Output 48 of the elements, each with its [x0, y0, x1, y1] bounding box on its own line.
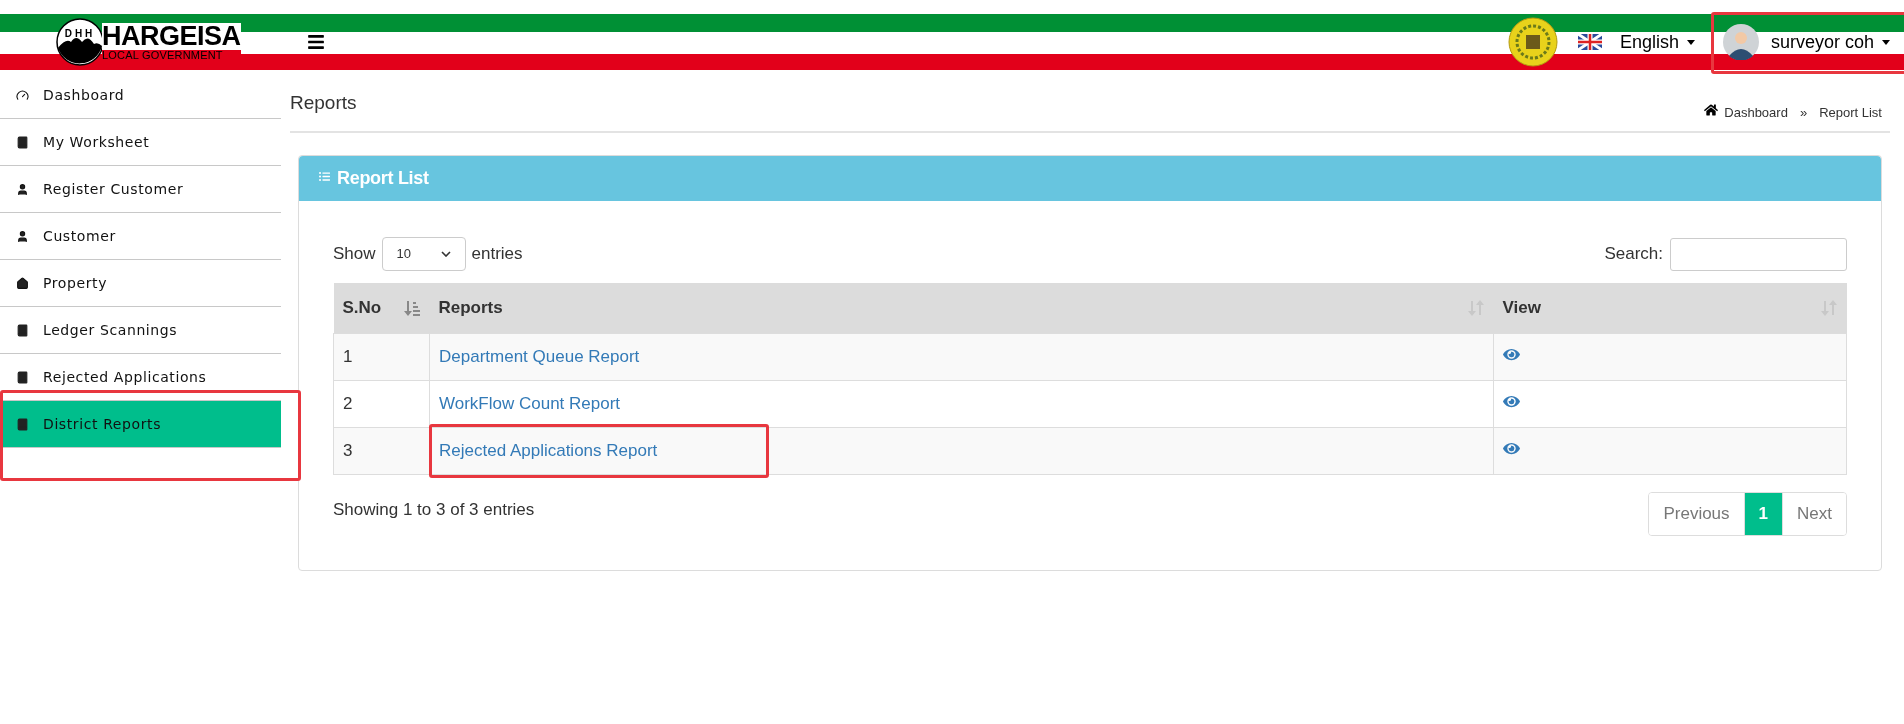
logo-title: HARGEISA [102, 23, 241, 50]
user-icon [16, 229, 29, 243]
show-label: Show [333, 243, 376, 266]
page-size-select[interactable]: 10 [381, 237, 466, 271]
book-icon [16, 323, 29, 337]
breadcrumb-current: Report List [1819, 103, 1882, 122]
list-icon [319, 171, 330, 182]
flag-icon [1577, 34, 1602, 50]
caret-icon [1686, 39, 1695, 45]
logo-subtitle: LOCAL GOVERNMENT [102, 50, 241, 61]
avatar-icon [1722, 24, 1759, 60]
sort-descending-icon [402, 298, 421, 317]
breadcrumb-separator: » [1799, 103, 1808, 122]
chevron-down-icon [440, 251, 451, 257]
caret-icon [1882, 39, 1890, 45]
table-cell: 2 [333, 380, 430, 427]
card-header: Report List [299, 156, 1881, 201]
sidebar-item[interactable]: District Reports [0, 401, 281, 448]
search-field[interactable] [1670, 237, 1847, 271]
gauge-icon [16, 88, 29, 102]
eye-icon[interactable] [1503, 346, 1520, 362]
table-cell: 3 [333, 427, 430, 474]
user-menu-button[interactable]: surveyor coh [1720, 24, 1890, 60]
entries-label: entries [471, 243, 523, 266]
column-header[interactable]: S.No [333, 283, 430, 333]
page-title: Reports [290, 91, 357, 115]
book-icon [16, 135, 29, 149]
column-header[interactable]: Reports [429, 283, 1494, 333]
menu-icon [306, 33, 326, 51]
report-link[interactable]: Department Queue Report [439, 346, 640, 366]
breadcrumb-link[interactable]: Dashboard [1724, 102, 1788, 123]
eye-icon[interactable] [1503, 393, 1520, 409]
house-icon [16, 276, 29, 290]
report-link[interactable]: Rejected Applications Report [439, 440, 658, 460]
book-icon [16, 370, 29, 384]
column-header[interactable]: View [1493, 283, 1847, 333]
eye-icon[interactable] [1503, 440, 1520, 456]
table-info: Showing 1 to 3 of 3 entries [333, 498, 535, 521]
user-icon [16, 182, 29, 196]
table-cell: 1 [333, 333, 430, 380]
home-icon [1704, 102, 1719, 117]
language-dropdown[interactable]: English [1577, 28, 1695, 56]
emblem-icon [1507, 17, 1558, 67]
logo-icon: DHH [56, 18, 104, 66]
search-label: Search: [1604, 243, 1663, 266]
book-icon [16, 417, 29, 431]
report-link[interactable]: WorkFlow Count Report [439, 393, 621, 413]
pagination-button[interactable]: Next [1782, 492, 1846, 535]
